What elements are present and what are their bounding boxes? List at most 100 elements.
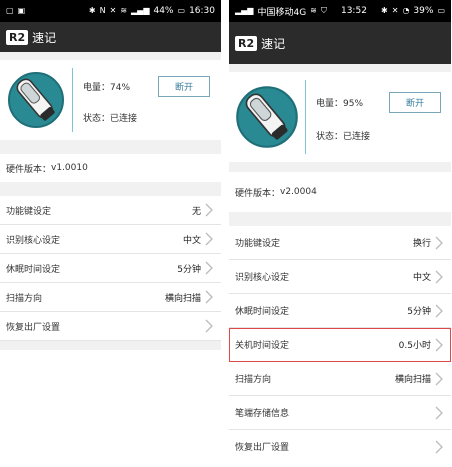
setting-pen-storage-info[interactable]: 笔端存储信息 bbox=[229, 396, 451, 430]
setting-value: 中文 bbox=[412, 273, 431, 283]
setting-label: 休眠时间设定 bbox=[235, 307, 290, 317]
chevron-right-icon bbox=[435, 236, 443, 249]
mute-icon: ✕ bbox=[109, 6, 117, 15]
firmware-value: v1.0010 bbox=[51, 163, 88, 173]
setting-value: 换行 bbox=[412, 239, 431, 249]
pen-device-icon bbox=[236, 86, 298, 148]
device-card: 电量：95% 断开 状态：已连接 bbox=[229, 72, 451, 162]
chevron-right-icon bbox=[435, 406, 443, 419]
shield-icon: ⛉ bbox=[320, 6, 327, 15]
status-bar: ▂▄▆ 中国移动4G ≋ ⛉ 13:52 ✱ ✕ ◔ 39% ▭ bbox=[229, 0, 451, 22]
nfc-icon: N bbox=[99, 6, 106, 15]
setting-value: 中文 bbox=[182, 235, 201, 246]
setting-factory-reset[interactable]: 恢复出厂设置 bbox=[0, 312, 221, 341]
battery-value: 95% bbox=[343, 99, 364, 109]
battery-icon: ▭ bbox=[437, 6, 445, 15]
clock: 16:30 bbox=[189, 6, 215, 16]
device-info: 电量：95% 断开 状态：已连接 bbox=[306, 92, 451, 142]
clock: 13:52 bbox=[340, 6, 367, 16]
app-title: 速记 bbox=[261, 36, 286, 51]
setting-function-key[interactable]: 功能键设定 无 bbox=[0, 196, 221, 225]
state-label: 状态： bbox=[83, 114, 111, 124]
setting-sleep-time[interactable]: 休眠时间设定 5分钟 bbox=[0, 254, 221, 283]
setting-value: 横向扫描 bbox=[164, 293, 201, 304]
mute-icon: ✕ bbox=[391, 6, 399, 15]
chevron-right-icon bbox=[435, 338, 443, 351]
setting-value: 无 bbox=[191, 206, 201, 217]
app-title: 速记 bbox=[32, 30, 57, 45]
pen-device-image bbox=[229, 84, 305, 150]
setting-shutdown-time[interactable]: 关机时间设定 0.5小时 bbox=[229, 328, 451, 362]
pen-device-icon bbox=[8, 72, 64, 128]
setting-scan-direction[interactable]: 扫描方向 横向扫描 bbox=[229, 362, 451, 396]
image-icon: ▣ bbox=[17, 6, 26, 15]
setting-label: 扫描方向 bbox=[235, 375, 272, 385]
setting-sleep-time[interactable]: 休眠时间设定 5分钟 bbox=[229, 294, 451, 328]
setting-label: 识别核心设定 bbox=[235, 273, 290, 283]
setting-label: 扫描方向 bbox=[6, 293, 43, 304]
setting-label: 恢复出厂设置 bbox=[6, 322, 61, 333]
disconnect-button[interactable]: 断开 bbox=[158, 76, 211, 97]
device-info: 电量：74% 断开 状态：已连接 bbox=[73, 76, 221, 124]
signal-icon: ▂▄▆ bbox=[235, 6, 254, 15]
chevron-right-icon bbox=[205, 290, 213, 304]
chevron-right-icon bbox=[435, 304, 443, 317]
chevron-right-icon bbox=[435, 440, 443, 453]
status-bar: ▢ ▣ ✱ N ✕ ≋ ▂▄▆ 44% ▭ 16:30 bbox=[0, 0, 221, 22]
bluetooth-icon: ✱ bbox=[381, 6, 388, 15]
app-logo: R2 bbox=[235, 35, 258, 51]
left-phone-screen: ▢ ▣ ✱ N ✕ ≋ ▂▄▆ 44% ▭ 16:30 R2 速记 电量：74%… bbox=[0, 0, 221, 350]
chevron-right-icon bbox=[205, 232, 213, 246]
setting-scan-direction[interactable]: 扫描方向 横向扫描 bbox=[0, 283, 221, 312]
pen-device-image bbox=[0, 70, 72, 130]
wifi-icon: ≋ bbox=[120, 6, 128, 15]
carrier-name: 中国移动4G bbox=[257, 7, 307, 18]
setting-value: 0.5小时 bbox=[398, 341, 431, 351]
signal-icon: ▂▄▆ bbox=[131, 6, 150, 15]
setting-label: 关机时间设定 bbox=[235, 341, 290, 351]
setting-label: 休眠时间设定 bbox=[6, 264, 61, 275]
disconnect-button[interactable]: 断开 bbox=[389, 92, 442, 113]
app-bar: R2 速记 bbox=[0, 22, 221, 52]
setting-recognition-core[interactable]: 识别核心设定 中文 bbox=[0, 225, 221, 254]
firmware-version-row: 硬件版本： v2.0004 bbox=[229, 172, 451, 212]
chevron-right-icon bbox=[205, 261, 213, 275]
firmware-label: 硬件版本： bbox=[6, 164, 52, 175]
firmware-label: 硬件版本： bbox=[235, 188, 281, 199]
message-icon: ▢ bbox=[6, 6, 14, 15]
setting-recognition-core[interactable]: 识别核心设定 中文 bbox=[229, 260, 451, 294]
battery-percent: 44% bbox=[153, 6, 174, 16]
battery-percent: 39% bbox=[413, 6, 434, 16]
bluetooth-icon: ✱ bbox=[88, 6, 96, 15]
setting-label: 功能键设定 bbox=[235, 239, 281, 249]
app-logo: R2 bbox=[6, 29, 29, 45]
settings-list: 功能键设定 无 识别核心设定 中文 休眠时间设定 5分钟 扫描方向 横向扫描 恢… bbox=[0, 196, 221, 341]
battery-icon: ▭ bbox=[177, 6, 186, 15]
chevron-right-icon bbox=[435, 372, 443, 385]
firmware-version-row: 硬件版本： v1.0010 bbox=[0, 154, 221, 182]
state-value: 已连接 bbox=[110, 114, 138, 124]
chevron-right-icon bbox=[205, 203, 213, 217]
settings-list: 功能键设定 换行 识别核心设定 中文 休眠时间设定 5分钟 关机时间设定 0.5… bbox=[229, 226, 451, 462]
alarm-icon: ◔ bbox=[402, 6, 410, 15]
device-card: 电量：74% 断开 状态：已连接 bbox=[0, 60, 221, 140]
chevron-right-icon bbox=[205, 319, 213, 333]
setting-label: 识别核心设定 bbox=[6, 235, 61, 246]
setting-label: 恢复出厂设置 bbox=[235, 443, 290, 453]
setting-label: 功能键设定 bbox=[6, 206, 52, 217]
battery-value: 74% bbox=[110, 83, 131, 93]
setting-value: 5分钟 bbox=[177, 264, 201, 275]
setting-value: 横向扫描 bbox=[394, 375, 431, 385]
wifi-icon: ≋ bbox=[310, 6, 317, 15]
right-phone-screen: ▂▄▆ 中国移动4G ≋ ⛉ 13:52 ✱ ✕ ◔ 39% ▭ R2 速记 电… bbox=[229, 0, 451, 462]
setting-value: 5分钟 bbox=[407, 307, 431, 317]
setting-factory-reset[interactable]: 恢复出厂设置 bbox=[229, 430, 451, 462]
battery-label: 电量： bbox=[316, 99, 344, 109]
setting-function-key[interactable]: 功能键设定 换行 bbox=[229, 226, 451, 260]
chevron-right-icon bbox=[435, 270, 443, 283]
setting-label: 笔端存储信息 bbox=[235, 409, 290, 419]
state-value: 已连接 bbox=[343, 132, 371, 142]
battery-label: 电量： bbox=[83, 83, 111, 93]
app-bar: R2 速记 bbox=[229, 22, 451, 64]
state-label: 状态： bbox=[316, 132, 344, 142]
